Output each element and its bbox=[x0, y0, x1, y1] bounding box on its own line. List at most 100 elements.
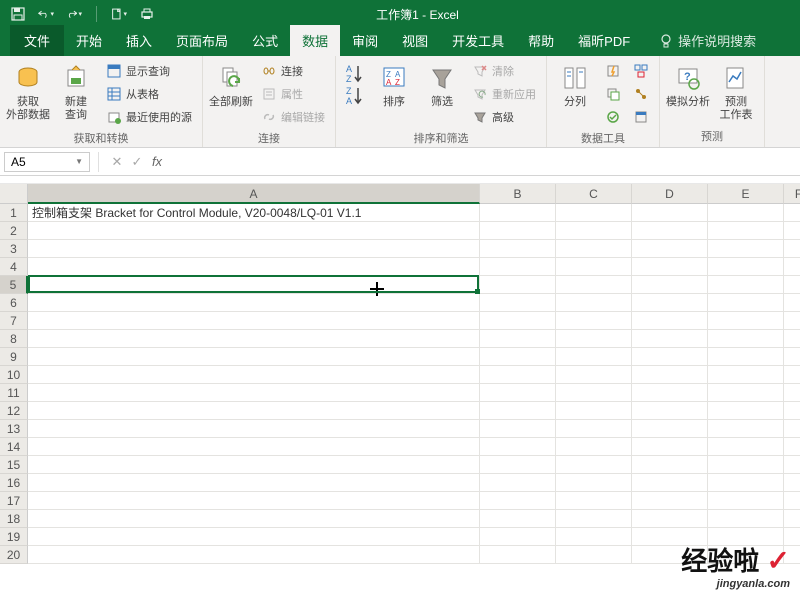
cell[interactable] bbox=[784, 510, 800, 528]
cell[interactable] bbox=[28, 366, 480, 384]
cell[interactable] bbox=[784, 420, 800, 438]
cell[interactable] bbox=[556, 528, 632, 546]
cell[interactable] bbox=[632, 240, 708, 258]
cell[interactable] bbox=[708, 474, 784, 492]
tab-insert[interactable]: 插入 bbox=[114, 25, 164, 56]
row-header[interactable]: 12 bbox=[0, 402, 28, 420]
cell[interactable] bbox=[708, 222, 784, 240]
cell[interactable] bbox=[556, 204, 632, 222]
enter-formula-icon[interactable]: ✓ bbox=[127, 154, 147, 170]
cell[interactable] bbox=[480, 384, 556, 402]
cell[interactable] bbox=[480, 294, 556, 312]
show-queries-button[interactable]: 显示查询 bbox=[102, 60, 196, 82]
cell[interactable] bbox=[480, 258, 556, 276]
cell[interactable] bbox=[480, 312, 556, 330]
cell[interactable] bbox=[480, 420, 556, 438]
cell[interactable] bbox=[784, 474, 800, 492]
flash-fill-button[interactable] bbox=[601, 60, 625, 82]
tab-view[interactable]: 视图 bbox=[390, 25, 440, 56]
row-header[interactable]: 20 bbox=[0, 546, 28, 564]
cell[interactable] bbox=[708, 510, 784, 528]
cell[interactable] bbox=[480, 402, 556, 420]
column-header[interactable]: B bbox=[480, 184, 556, 204]
refresh-all-button[interactable]: 全部刷新 bbox=[209, 60, 253, 109]
name-box[interactable]: A5 ▼ bbox=[4, 152, 90, 172]
cell[interactable] bbox=[556, 240, 632, 258]
cell[interactable] bbox=[28, 276, 480, 294]
cell[interactable] bbox=[632, 474, 708, 492]
clear-filter-button[interactable]: 清除 bbox=[468, 60, 540, 82]
cell[interactable] bbox=[708, 384, 784, 402]
cell[interactable] bbox=[28, 222, 480, 240]
cells-area[interactable]: 控制箱支架 Bracket for Control Module, V20-00… bbox=[28, 204, 800, 564]
cell[interactable] bbox=[28, 258, 480, 276]
cell[interactable] bbox=[28, 384, 480, 402]
cell[interactable] bbox=[556, 366, 632, 384]
formula-input[interactable] bbox=[167, 152, 800, 172]
new-query-button[interactable]: 新建 查询 bbox=[54, 60, 98, 122]
forecast-sheet-button[interactable]: 预测 工作表 bbox=[714, 60, 758, 122]
cell[interactable] bbox=[28, 420, 480, 438]
cell[interactable] bbox=[480, 510, 556, 528]
cell[interactable] bbox=[556, 330, 632, 348]
cell[interactable] bbox=[784, 384, 800, 402]
cell[interactable] bbox=[480, 276, 556, 294]
cell[interactable] bbox=[632, 420, 708, 438]
cell[interactable] bbox=[480, 456, 556, 474]
row-header[interactable]: 3 bbox=[0, 240, 28, 258]
cell[interactable] bbox=[632, 276, 708, 294]
cell[interactable] bbox=[556, 222, 632, 240]
cell[interactable] bbox=[28, 402, 480, 420]
cell[interactable] bbox=[632, 204, 708, 222]
undo-icon[interactable]: ▾ bbox=[38, 6, 54, 22]
cell[interactable] bbox=[632, 438, 708, 456]
cell[interactable] bbox=[556, 510, 632, 528]
cell[interactable] bbox=[708, 402, 784, 420]
column-headers[interactable]: ABCDEF bbox=[28, 184, 800, 204]
cell[interactable] bbox=[556, 492, 632, 510]
spreadsheet-grid[interactable]: ABCDEF 1234567891011121314151617181920 控… bbox=[0, 184, 800, 600]
column-header[interactable]: E bbox=[708, 184, 784, 204]
redo-icon[interactable]: ▾ bbox=[66, 6, 82, 22]
row-header[interactable]: 7 bbox=[0, 312, 28, 330]
cell[interactable] bbox=[556, 420, 632, 438]
cell[interactable] bbox=[556, 258, 632, 276]
remove-duplicates-button[interactable] bbox=[601, 83, 625, 105]
cell[interactable] bbox=[480, 330, 556, 348]
whatif-button[interactable]: ? 模拟分析 bbox=[666, 60, 710, 109]
from-table-button[interactable]: 从表格 bbox=[102, 83, 196, 105]
cell[interactable] bbox=[784, 276, 800, 294]
cell[interactable] bbox=[784, 348, 800, 366]
row-header[interactable]: 6 bbox=[0, 294, 28, 312]
cell[interactable] bbox=[28, 492, 480, 510]
recent-sources-button[interactable]: 最近使用的源 bbox=[102, 106, 196, 128]
column-header[interactable]: C bbox=[556, 184, 632, 204]
row-header[interactable]: 4 bbox=[0, 258, 28, 276]
cell[interactable] bbox=[28, 330, 480, 348]
data-validation-button[interactable] bbox=[601, 106, 625, 128]
cell[interactable] bbox=[784, 222, 800, 240]
tab-home[interactable]: 开始 bbox=[64, 25, 114, 56]
new-file-icon[interactable]: ▾ bbox=[111, 6, 127, 22]
cell[interactable] bbox=[480, 474, 556, 492]
cell[interactable] bbox=[556, 384, 632, 402]
cell[interactable] bbox=[556, 456, 632, 474]
cell[interactable] bbox=[28, 240, 480, 258]
cell[interactable] bbox=[556, 312, 632, 330]
cell[interactable] bbox=[632, 456, 708, 474]
cell[interactable] bbox=[632, 492, 708, 510]
row-header[interactable]: 8 bbox=[0, 330, 28, 348]
cell[interactable] bbox=[784, 312, 800, 330]
consolidate-button[interactable] bbox=[629, 60, 653, 82]
cell[interactable]: 控制箱支架 Bracket for Control Module, V20-00… bbox=[28, 204, 480, 222]
cell[interactable] bbox=[480, 204, 556, 222]
cell[interactable] bbox=[556, 546, 632, 564]
save-icon[interactable] bbox=[10, 6, 26, 22]
reapply-button[interactable]: 重新应用 bbox=[468, 83, 540, 105]
tab-page-layout[interactable]: 页面布局 bbox=[164, 25, 240, 56]
cell[interactable] bbox=[28, 312, 480, 330]
cell[interactable] bbox=[480, 348, 556, 366]
cell[interactable] bbox=[556, 474, 632, 492]
cell[interactable] bbox=[632, 312, 708, 330]
cell[interactable] bbox=[784, 294, 800, 312]
